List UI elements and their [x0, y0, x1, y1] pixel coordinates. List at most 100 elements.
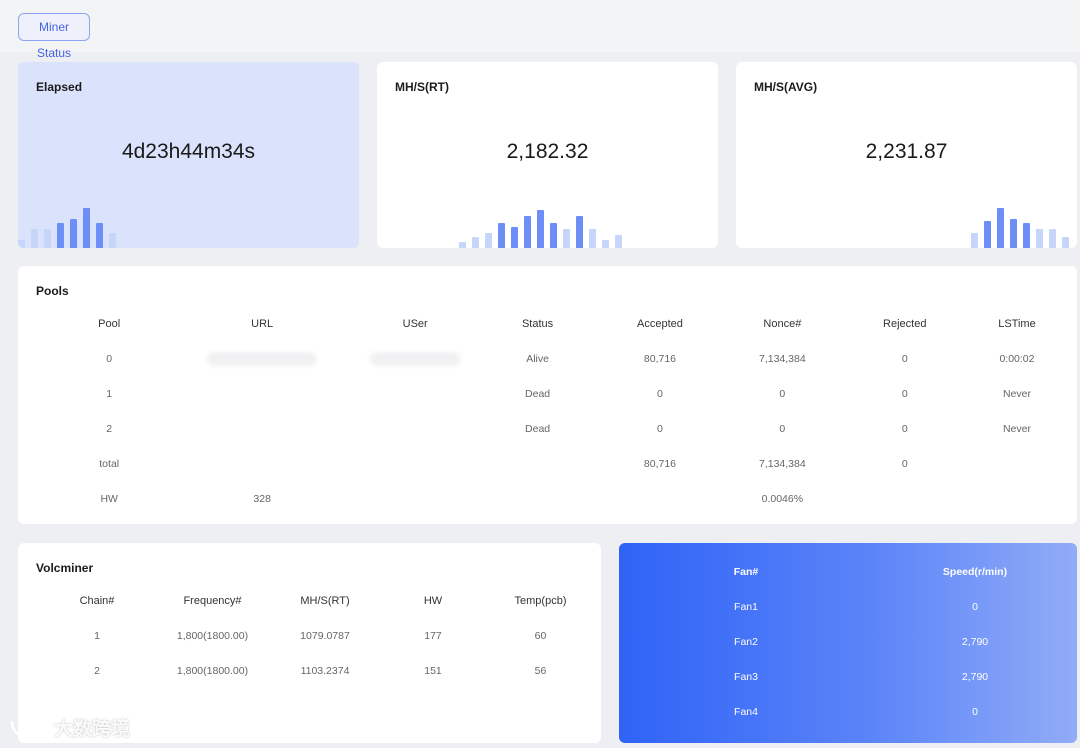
pools-cell: 0	[657, 422, 663, 435]
pools-cell: 0	[901, 422, 908, 435]
spark-bar	[472, 237, 479, 248]
spark-bar	[537, 210, 544, 248]
table-row: HW 328 0.0046%	[48, 481, 1068, 516]
tab-miner-status[interactable]: Miner Status	[18, 13, 90, 60]
pools-cell: 0	[901, 457, 908, 470]
watermark-text: 大数跨境	[54, 718, 131, 740]
table-row: total 80,716 7,134,384 0	[48, 446, 1068, 481]
table-row: 2 1,800(1800.00) 1103.2374 151 56	[38, 653, 596, 688]
pools-cell: 0	[657, 387, 663, 400]
table-row: Fan2 2,790	[619, 624, 1077, 659]
pools-cell	[966, 446, 1068, 481]
fans-cell: Fan3	[734, 670, 758, 683]
volcminer-header-cell: Temp(pcb)	[514, 594, 567, 607]
pools-cell: 0	[901, 387, 908, 400]
pools-card: Pools Pool URL USer Status Accepted Nonce# Rej…	[18, 266, 1077, 524]
spark-bar	[1010, 219, 1017, 248]
table-row: 0 Alive 80,716 7,134,384 0 0:00:02	[48, 341, 1068, 376]
volcminer-cell: 1,800(1800.00)	[176, 664, 249, 677]
pools-cell	[170, 341, 354, 376]
pools-cell	[354, 446, 476, 481]
fans-cell: 0	[972, 705, 978, 718]
stat-title: Elapsed	[36, 80, 83, 94]
volcminer-header-cell: MH/S(RT)	[300, 594, 350, 607]
pools-cell: 0	[779, 422, 786, 435]
spark-bar	[1036, 229, 1043, 248]
sparkline	[971, 204, 1069, 248]
stat-value: 2,231.87	[865, 140, 948, 163]
pools-cell	[170, 411, 354, 446]
pools-title: Pools	[36, 284, 69, 298]
pools-cell	[170, 446, 354, 481]
pools-cell: HW	[100, 492, 118, 505]
fans-card: Fan# Speed(r/min) Fan1 0 Fan2 2,790 Fan3 2,790…	[619, 543, 1077, 743]
pools-cell: 0	[901, 352, 908, 365]
pools-cell: Dead	[525, 387, 551, 400]
pools-cell: 80,716	[643, 352, 677, 365]
volcminer-cell: 1079.0787	[300, 629, 350, 642]
stat-card-mhs-rt: MH/S(RT) 2,182.32	[377, 62, 718, 248]
pools-cell	[476, 446, 598, 481]
pools-header-cell: Status	[521, 317, 554, 330]
stat-value: 2,182.32	[506, 140, 589, 163]
pools-table: Pool URL USer Status Accepted Nonce# Rejected L…	[48, 306, 1068, 516]
table-row: 1 1,800(1800.00) 1079.0787 177 60	[38, 618, 596, 653]
fans-cell: Fan1	[734, 600, 758, 613]
volcminer-header-cell: HW	[423, 594, 443, 607]
volcminer-cell: 1103.2374	[300, 664, 350, 677]
pools-cell: 0	[779, 387, 786, 400]
volcminer-cell: 2	[94, 664, 100, 677]
table-row: Fan4 0	[619, 694, 1077, 729]
top-bar: Miner Status	[0, 0, 1080, 60]
sparkline	[18, 204, 116, 248]
spark-bar	[109, 233, 116, 248]
pools-header-cell: URL	[251, 317, 274, 330]
pools-cell: 328	[253, 492, 271, 505]
spark-bar	[550, 223, 557, 248]
redacted-user	[370, 351, 461, 366]
table-row: 2 Dead 0 0 0 Never	[48, 411, 1068, 446]
fans-cell: Fan2	[734, 635, 758, 648]
pools-header-cell: Nonce#	[763, 317, 802, 330]
pools-cell: Alive	[526, 352, 549, 365]
volcminer-title: Volcminer	[36, 561, 94, 575]
spark-bar	[57, 223, 64, 248]
spark-bar	[602, 240, 609, 248]
spark-bar	[459, 242, 466, 248]
table-row: Fan1 0	[619, 589, 1077, 624]
spark-bar	[485, 233, 492, 248]
volcminer-cell: 60	[534, 629, 547, 642]
pools-cell	[476, 481, 598, 516]
pools-cell: total	[99, 457, 120, 470]
spark-bar	[563, 229, 570, 248]
stat-value: 4d23h44m34s	[121, 140, 256, 163]
spark-bar	[83, 208, 90, 248]
stat-card-elapsed: Elapsed 4d23h44m34s	[18, 62, 359, 248]
spark-bar	[31, 229, 38, 248]
pools-header-cell: LSTime	[998, 317, 1036, 330]
fans-cell: 2,790	[961, 670, 989, 683]
pools-cell	[599, 481, 721, 516]
spark-bar	[1062, 237, 1069, 248]
table-row: 1 Dead 0 0 0 Never	[48, 376, 1068, 411]
fans-cell: 2,790	[961, 635, 989, 648]
spark-bar	[576, 216, 583, 248]
watermark-logo-icon	[10, 717, 50, 736]
pools-header-cell: USer	[402, 317, 428, 330]
volcminer-cell: 1	[94, 629, 100, 642]
spark-bar	[524, 216, 531, 248]
pools-cell: 1	[106, 387, 113, 400]
spark-bar	[997, 208, 1004, 248]
volcminer-cell: 151	[424, 664, 442, 677]
volcminer-header-cell: Chain#	[79, 594, 115, 607]
redacted-url	[207, 351, 318, 366]
pools-cell: 2	[106, 422, 113, 435]
spark-bar	[615, 235, 622, 248]
stat-title: MH/S(RT)	[395, 80, 449, 94]
pools-cell	[354, 341, 476, 376]
watermark: 大数跨境	[8, 713, 130, 741]
pools-cell	[966, 481, 1068, 516]
pools-cell: 0	[106, 352, 113, 365]
stat-title: MH/S(AVG)	[754, 80, 818, 94]
pools-cell: Never	[1002, 387, 1031, 400]
